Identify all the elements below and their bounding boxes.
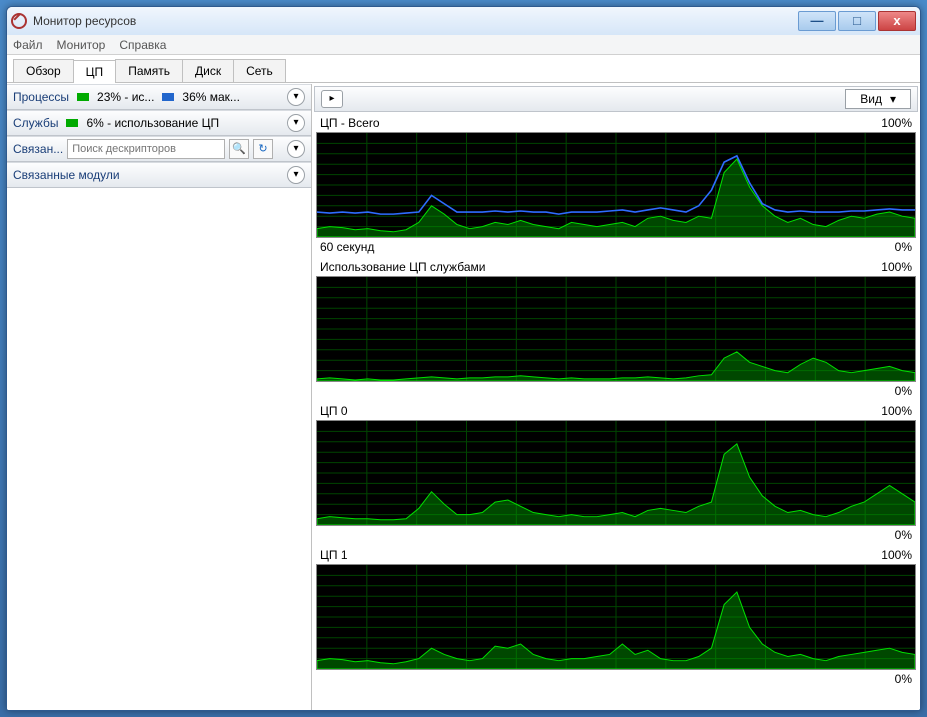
chart-max: 100% bbox=[881, 116, 912, 130]
chart-title: Использование ЦП службами bbox=[320, 260, 485, 274]
close-button[interactable]: x bbox=[878, 11, 916, 31]
chart-max: 100% bbox=[881, 548, 912, 562]
chart-0: ЦП - Bcero 100% 60 секунд 0% bbox=[316, 114, 916, 256]
modules-label: Связанные модули bbox=[13, 168, 120, 182]
view-label: Вид bbox=[860, 92, 882, 106]
refresh-icon[interactable]: ↻ bbox=[253, 139, 273, 159]
services-expand-icon[interactable]: ▾ bbox=[287, 114, 305, 132]
chart-min: 0% bbox=[895, 240, 912, 254]
menu-monitor[interactable]: Монитор bbox=[57, 38, 106, 52]
services-stat1: 6% - использование ЦП bbox=[86, 116, 219, 130]
cpu-usage-swatch-icon bbox=[77, 93, 89, 101]
charts-container: ЦП - Bcero100%60 секунд0%Использование Ц… bbox=[314, 112, 918, 708]
handles-header[interactable]: Связан... 🔍 ↻ ▾ bbox=[7, 136, 311, 162]
modules-header[interactable]: Связанные модули ▾ bbox=[7, 162, 311, 188]
chart-plot bbox=[316, 132, 916, 238]
chart-3: ЦП 1 100% 0% bbox=[316, 546, 916, 688]
view-button[interactable]: Вид ▾ bbox=[845, 89, 911, 109]
tab-overview[interactable]: Обзор bbox=[13, 59, 74, 82]
app-window: Монитор ресурсов — □ x Файл Монитор Спра… bbox=[6, 6, 921, 711]
left-panel: Процессы 23% - ис... 36% мак... ▾ Службы… bbox=[7, 84, 312, 710]
chart-plot bbox=[316, 276, 916, 382]
menu-file[interactable]: Файл bbox=[13, 38, 43, 52]
chart-min: 0% bbox=[895, 528, 912, 542]
search-input[interactable] bbox=[67, 139, 225, 159]
processes-stat2: 36% мак... bbox=[182, 90, 240, 104]
search-icon[interactable]: 🔍 bbox=[229, 139, 249, 159]
app-icon bbox=[11, 13, 27, 29]
cpu-maxfreq-swatch-icon bbox=[162, 93, 174, 101]
modules-expand-icon[interactable]: ▾ bbox=[287, 166, 305, 184]
chart-plot bbox=[316, 564, 916, 670]
collapse-charts-icon[interactable]: ▸ bbox=[321, 90, 343, 108]
chart-1: Использование ЦП службами 100% 0% bbox=[316, 258, 916, 400]
chart-max: 100% bbox=[881, 260, 912, 274]
menu-help[interactable]: Справка bbox=[119, 38, 166, 52]
services-swatch-icon bbox=[66, 119, 78, 127]
content-area: Процессы 23% - ис... 36% мак... ▾ Службы… bbox=[7, 83, 920, 710]
window-buttons: — □ x bbox=[798, 11, 916, 31]
charts-toolbar: ▸ Вид ▾ bbox=[314, 86, 918, 112]
chevron-down-icon: ▾ bbox=[890, 92, 896, 106]
tab-disk[interactable]: Диск bbox=[182, 59, 234, 82]
maximize-button[interactable]: □ bbox=[838, 11, 876, 31]
chart-xlabel: 60 секунд bbox=[320, 240, 374, 254]
chart-min: 0% bbox=[895, 672, 912, 686]
right-panel: ▸ Вид ▾ ЦП - Bcero100%60 секунд0%Использ… bbox=[312, 84, 920, 710]
tab-memory[interactable]: Память bbox=[115, 59, 183, 82]
chart-max: 100% bbox=[881, 404, 912, 418]
tab-network[interactable]: Сеть bbox=[233, 59, 286, 82]
services-label: Службы bbox=[13, 116, 58, 130]
chart-min: 0% bbox=[895, 384, 912, 398]
tab-bar: Обзор ЦП Память Диск Сеть bbox=[7, 55, 920, 83]
window-title: Монитор ресурсов bbox=[33, 14, 798, 28]
menu-bar: Файл Монитор Справка bbox=[7, 35, 920, 55]
chart-plot bbox=[316, 420, 916, 526]
chart-title: ЦП 1 bbox=[320, 548, 348, 562]
chart-title: ЦП 0 bbox=[320, 404, 348, 418]
processes-expand-icon[interactable]: ▾ bbox=[287, 88, 305, 106]
services-header[interactable]: Службы 6% - использование ЦП ▾ bbox=[7, 110, 311, 136]
minimize-button[interactable]: — bbox=[798, 11, 836, 31]
processes-stat1: 23% - ис... bbox=[97, 90, 154, 104]
chart-2: ЦП 0 100% 0% bbox=[316, 402, 916, 544]
chart-title: ЦП - Bcero bbox=[320, 116, 380, 130]
processes-label: Процессы bbox=[13, 90, 69, 104]
title-bar[interactable]: Монитор ресурсов — □ x bbox=[7, 7, 920, 35]
tab-cpu[interactable]: ЦП bbox=[73, 60, 117, 83]
handles-label: Связан... bbox=[13, 142, 63, 156]
processes-header[interactable]: Процессы 23% - ис... 36% мак... ▾ bbox=[7, 84, 311, 110]
handles-expand-icon[interactable]: ▾ bbox=[287, 140, 305, 158]
